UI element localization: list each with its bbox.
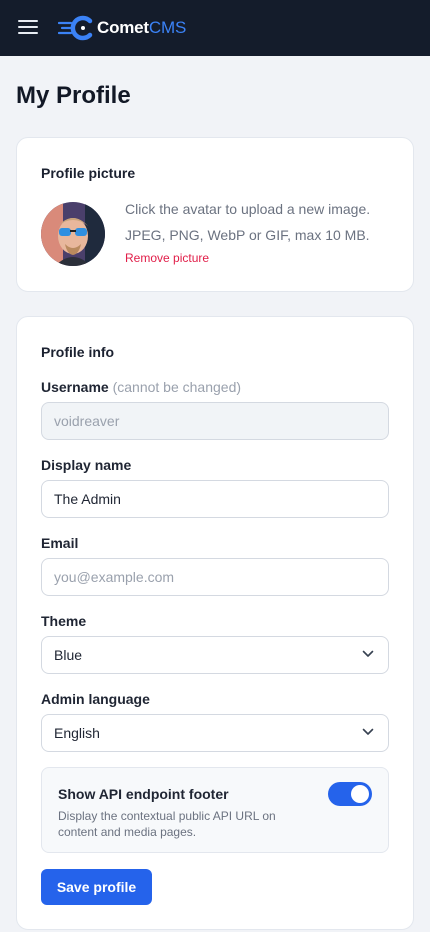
api-footer-setting: Show API endpoint footer Display the con… — [41, 767, 389, 853]
save-profile-button[interactable]: Save profile — [41, 869, 152, 905]
profile-picture-title: Profile picture — [41, 165, 136, 181]
avatar-upload[interactable] — [41, 202, 105, 266]
hamburger-menu-icon[interactable] — [18, 19, 38, 35]
api-footer-title: Show API endpoint footer — [58, 786, 229, 802]
upload-format-text: JPEG, PNG, WebP or GIF, max 10 MB. — [125, 227, 370, 243]
admin-language-select[interactable]: English — [41, 714, 389, 752]
comet-logo-icon — [58, 15, 93, 41]
theme-select[interactable]: Blue — [41, 636, 389, 674]
theme-label: Theme — [41, 613, 87, 629]
theme-selected-value: Blue — [54, 647, 83, 663]
logo-wordmark: CometCMS — [97, 18, 187, 37]
avatar-image — [41, 202, 105, 266]
profile-picture-card: Profile picture Click the avatar to uplo… — [16, 137, 414, 292]
chevron-down-icon — [362, 650, 374, 657]
top-navbar: CometCMS — [0, 0, 430, 56]
admin-language-selected-value: English — [54, 725, 100, 741]
page-title: My Profile — [16, 82, 131, 109]
profile-info-card: Profile info Username (cannot be changed… — [16, 316, 414, 930]
remove-picture-link[interactable]: Remove picture — [125, 251, 209, 265]
cometcms-logo[interactable]: CometCMS — [58, 14, 186, 42]
upload-help-text: Click the avatar to upload a new image. — [125, 201, 371, 217]
admin-language-label: Admin language — [41, 691, 150, 707]
email-label: Email — [41, 535, 79, 551]
username-hint: (cannot be changed) — [112, 379, 242, 395]
display-name-field[interactable]: The Admin — [41, 480, 389, 518]
api-footer-description: Display the contextual public API URL on… — [58, 809, 276, 839]
email-field[interactable]: you@example.com — [41, 558, 389, 596]
username-field: voidreaver — [41, 402, 389, 440]
profile-info-title: Profile info — [41, 344, 115, 360]
display-name-label: Display name — [41, 457, 132, 473]
username-label: Username (cannot be changed) — [41, 379, 242, 395]
chevron-down-icon — [362, 728, 374, 735]
api-footer-toggle[interactable] — [328, 782, 372, 806]
toggle-knob — [351, 785, 369, 803]
